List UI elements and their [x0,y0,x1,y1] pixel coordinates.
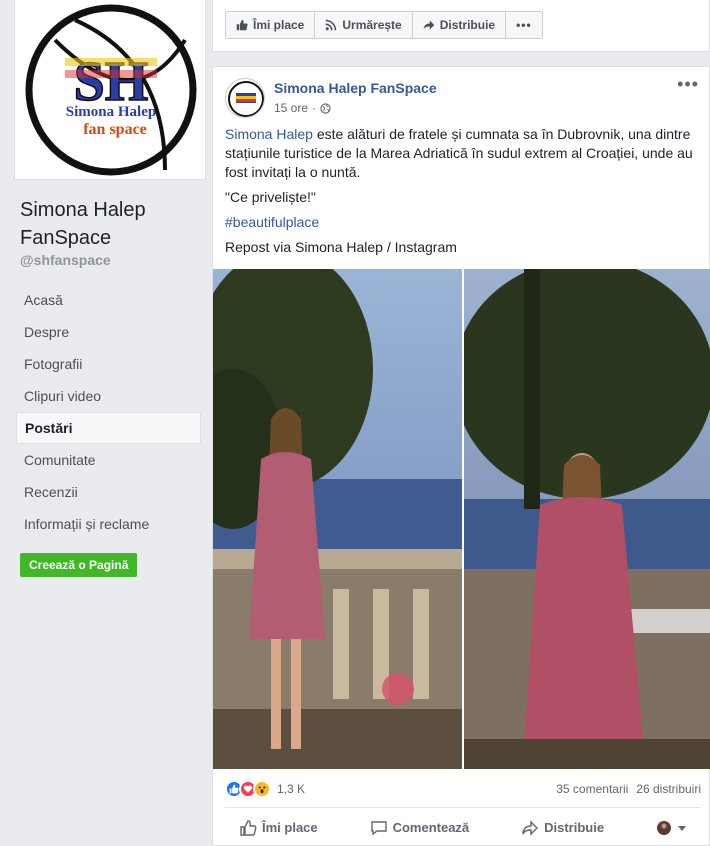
post-quote: "Ce priveliște!" [225,189,316,205]
page-action-buttons: Îmi place Urmărește Distribuie ••• [225,11,543,39]
page-share-button[interactable]: Distribuie [413,12,507,38]
meta-separator: · [312,101,317,115]
page-share-label: Distribuie [439,18,496,32]
share-count[interactable]: 26 distribuiri [636,782,701,796]
nav-item-community[interactable]: Comunitate [16,444,201,476]
logo-text-line2: fan space [83,121,147,138]
post-options-button[interactable]: ••• [677,75,699,93]
thumbs-up-outline-icon [240,819,257,836]
comment-label: Comentează [392,820,470,835]
globe-icon [320,102,331,114]
create-page-button[interactable]: Creează o Pagină [20,553,138,577]
nav-item-reviews[interactable]: Recenzii [16,476,201,508]
comment-count[interactable]: 35 comentarii [556,782,628,796]
nav-item-home[interactable]: Acasă [16,284,201,316]
post-card: Simona Halep FanSpace 15 ore · ••• Simon… [212,66,710,846]
more-dots-icon: ••• [516,18,532,32]
nav-item-info-ads[interactable]: Informații și reclame [16,508,201,540]
page-like-label: Îmi place [253,18,305,32]
post-text: Simona Halep este alături de fratele și … [225,125,703,263]
post-body: Simona Halep este alături de fratele și … [225,125,703,182]
post-action-bar: Îmi place Comentează Distribuie [225,807,701,846]
post-photo-2[interactable] [464,269,710,769]
logo-text-line1: Simona Halep [66,104,156,120]
caret-down-icon [678,825,686,831]
share-arrow-icon [423,20,434,30]
share-button[interactable]: Distribuie [507,819,618,837]
post-as-selector[interactable] [642,820,701,836]
follow-button[interactable]: Urmărește [315,12,413,38]
share-label: Distribuie [544,820,605,835]
nav-item-about[interactable]: Despre [16,316,201,348]
reactions-summary[interactable] [225,780,271,798]
post-stats: 1,3 K 35 comentarii 26 distribuiri [225,779,701,799]
profile-picture[interactable]: SH Simona Halep fan space [14,0,206,180]
wow-reaction-icon [253,780,271,798]
page-actions-bar: Îmi place Urmărește Distribuie ••• [212,0,710,52]
mention-link[interactable]: Simona Halep [225,126,313,142]
post-photos [213,269,710,769]
reaction-count[interactable]: 1,3 K [277,782,305,796]
post-author[interactable]: Simona Halep FanSpace [274,80,437,96]
page-title[interactable]: Simona Halep FanSpace [20,196,200,252]
nav-item-posts[interactable]: Postări [16,412,201,444]
like-button[interactable]: Îmi place [225,819,332,837]
page-nav: Acasă Despre Fotografii Clipuri video Po… [16,284,201,540]
rss-icon [326,19,337,31]
post-time[interactable]: 15 ore [274,101,308,115]
engagement-counts: 35 comentarii 26 distribuiri [556,782,701,796]
page-avatar-small-icon [657,820,671,835]
hashtag-link[interactable]: #beautifulplace [225,214,319,230]
page-more-button[interactable]: ••• [506,12,542,38]
left-sidebar: SH Simona Halep fan space Simona Halep F… [0,0,210,846]
nav-item-photos[interactable]: Fotografii [16,348,201,380]
post-photo-1[interactable] [213,269,462,769]
like-label: Îmi place [262,820,318,835]
post-meta: 15 ore · [274,101,331,115]
page-handle[interactable]: @shfanspace [20,252,111,268]
repost-note: Repost via Simona Halep / Instagram [225,239,457,255]
follow-label: Urmărește [342,18,402,32]
page-like-button[interactable]: Îmi place [226,12,316,38]
comment-button[interactable]: Comentează [356,819,484,837]
share-arrow-outline-icon [522,819,539,836]
comment-bubble-icon [370,820,387,835]
nav-item-videos[interactable]: Clipuri video [16,380,201,412]
post-avatar[interactable] [225,78,265,118]
thumbs-up-icon [236,19,248,31]
